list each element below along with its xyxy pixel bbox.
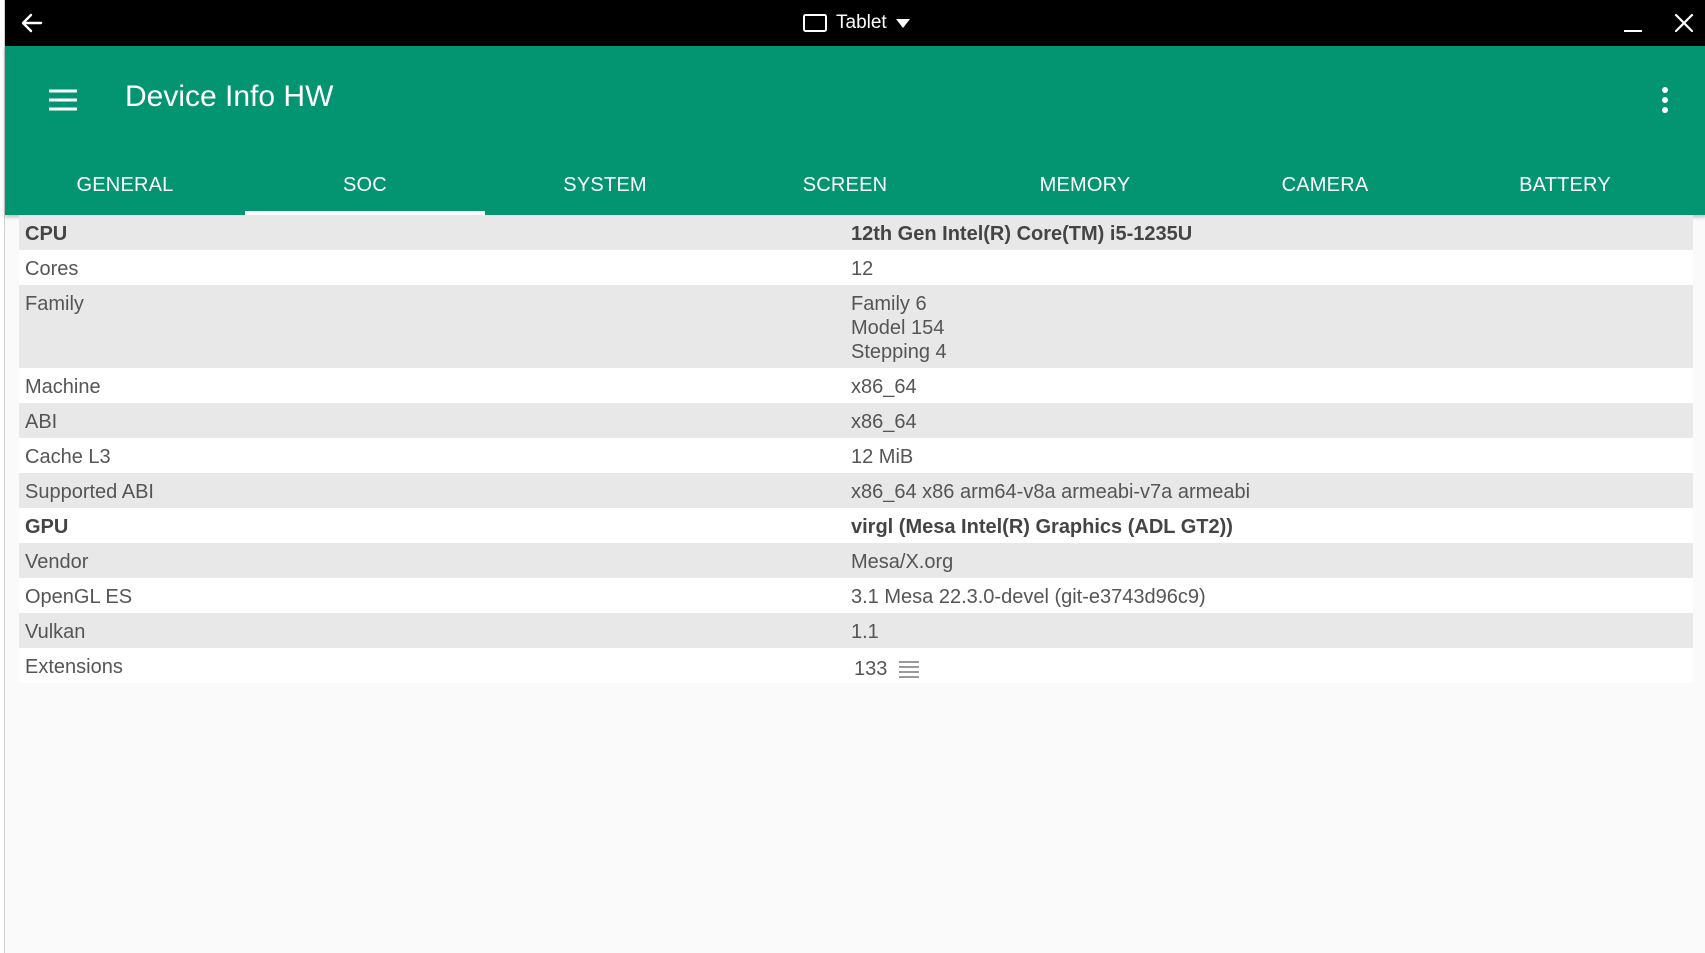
row-label: Vulkan bbox=[25, 621, 86, 643]
table-row-cores: Cores 12 bbox=[19, 250, 1693, 285]
table-row-cpu: CPU 12th Gen Intel(R) Core(TM) i5-1235U bbox=[19, 215, 1693, 250]
row-value: x86_64 x86 arm64-v8a armeabi-v7a armeabi bbox=[851, 481, 1251, 503]
minimize-button[interactable] bbox=[1618, 9, 1648, 37]
row-value: 12 MiB bbox=[851, 446, 914, 468]
app-window: Tablet Device Info HW GENERAL SOC SYSTEM… bbox=[4, 0, 1705, 953]
soc-info-table: CPU 12th Gen Intel(R) Core(TM) i5-1235U … bbox=[19, 215, 1693, 683]
table-row-cache-l3: Cache L3 12 MiB bbox=[19, 438, 1693, 473]
table-row-vulkan: Vulkan 1.1 bbox=[19, 613, 1693, 648]
row-label: CPU bbox=[25, 223, 68, 245]
row-value: x86_64 bbox=[851, 376, 917, 398]
row-label: Cores bbox=[25, 258, 79, 280]
table-row-gpu: GPU virgl (Mesa Intel(R) Graphics (ADL G… bbox=[19, 508, 1693, 543]
caret-down-icon bbox=[895, 19, 910, 28]
row-value: 3.1 Mesa 22.3.0-devel (git-e3743d96c9) bbox=[851, 586, 1206, 608]
list-icon[interactable] bbox=[897, 659, 921, 679]
table-row-opengl-es: OpenGL ES 3.1 Mesa 22.3.0-devel (git-e37… bbox=[19, 578, 1693, 613]
row-value: Mesa/X.org bbox=[851, 551, 954, 573]
tab-system[interactable]: SYSTEM bbox=[485, 154, 725, 215]
row-label: Vendor bbox=[25, 551, 89, 573]
tab-soc[interactable]: SOC bbox=[245, 154, 485, 215]
row-label: Cache L3 bbox=[25, 446, 111, 468]
back-button[interactable] bbox=[17, 9, 47, 37]
window-mode-selector[interactable]: Tablet bbox=[802, 9, 911, 37]
overflow-menu-button[interactable] bbox=[1645, 76, 1685, 124]
window-title-bar: Tablet bbox=[5, 0, 1705, 46]
model-line: Model 154 bbox=[851, 317, 945, 339]
app-title: Device Info HW bbox=[125, 80, 334, 113]
tab-battery[interactable]: BATTERY bbox=[1445, 154, 1685, 215]
row-label: Machine bbox=[25, 376, 101, 398]
stepping-line: Stepping 4 bbox=[851, 341, 947, 363]
window-mode-label: Tablet bbox=[836, 12, 887, 33]
table-row-supported-abi: Supported ABI x86_64 x86 arm64-v8a armea… bbox=[19, 473, 1693, 508]
row-value: Family 6 Model 154 Stepping 4 bbox=[851, 292, 1693, 364]
table-row-abi: ABI x86_64 bbox=[19, 403, 1693, 438]
arrow-left-icon bbox=[21, 13, 43, 33]
table-row-family: Family Family 6 Model 154 Stepping 4 bbox=[19, 285, 1693, 368]
row-value: 1.1 bbox=[851, 621, 879, 643]
row-value: virgl (Mesa Intel(R) Graphics (ADL GT2)) bbox=[851, 516, 1233, 538]
row-label: ABI bbox=[25, 411, 58, 433]
tab-screen[interactable]: SCREEN bbox=[725, 154, 965, 215]
tablet-icon bbox=[803, 14, 827, 32]
row-label: Supported ABI bbox=[25, 481, 154, 503]
extensions-count: 133 bbox=[854, 658, 888, 680]
family-line: Family 6 bbox=[851, 293, 927, 315]
tab-general[interactable]: GENERAL bbox=[5, 154, 245, 215]
row-label: OpenGL ES bbox=[25, 586, 133, 608]
row-label: Family bbox=[25, 293, 84, 315]
minimize-icon bbox=[1624, 30, 1642, 32]
table-row-vendor: Vendor Mesa/X.org bbox=[19, 543, 1693, 578]
row-value: 133 bbox=[851, 655, 1693, 683]
tab-memory[interactable]: MEMORY bbox=[965, 154, 1205, 215]
tab-camera[interactable]: CAMERA bbox=[1205, 154, 1445, 215]
row-label: Extensions bbox=[25, 656, 123, 678]
row-value: 12 bbox=[851, 258, 874, 280]
row-label: GPU bbox=[25, 516, 69, 538]
tab-bar: GENERAL SOC SYSTEM SCREEN MEMORY CAMERA … bbox=[5, 154, 1705, 215]
close-button[interactable] bbox=[1669, 9, 1699, 37]
table-row-extensions: Extensions 133 bbox=[19, 648, 1693, 683]
row-value: 12th Gen Intel(R) Core(TM) i5-1235U bbox=[851, 223, 1193, 245]
close-icon bbox=[1674, 13, 1694, 33]
hamburger-menu-icon bbox=[49, 89, 77, 111]
navigation-menu-button[interactable] bbox=[43, 80, 83, 120]
more-vert-icon bbox=[1662, 87, 1668, 113]
table-row-machine: Machine x86_64 bbox=[19, 368, 1693, 403]
app-bar: Device Info HW GENERAL SOC SYSTEM SCREEN… bbox=[5, 46, 1705, 215]
row-value: x86_64 bbox=[851, 411, 917, 433]
